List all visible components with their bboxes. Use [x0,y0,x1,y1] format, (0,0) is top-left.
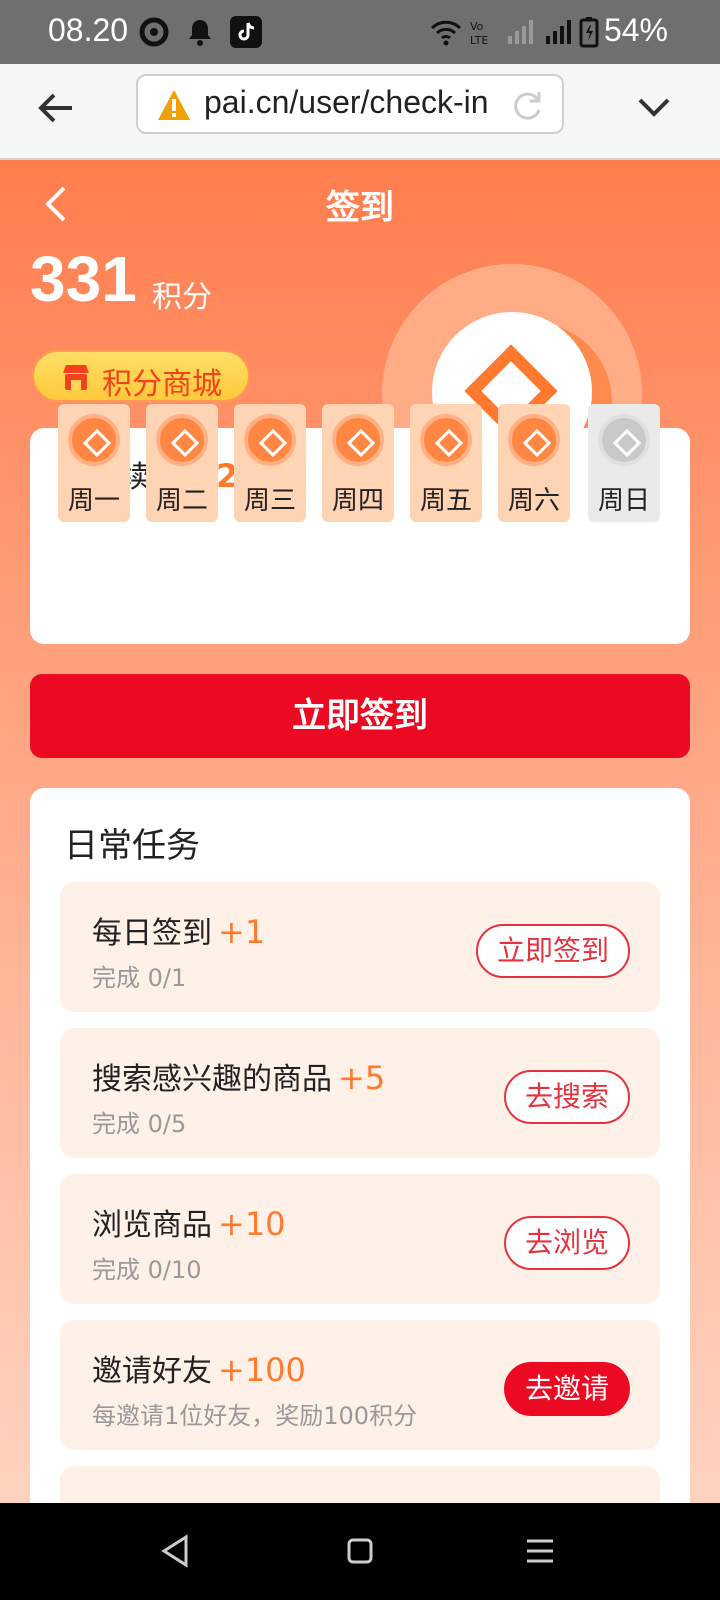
warning-triangle-icon[interactable] [156,88,192,122]
task-row: 搜索感兴趣的商品 +5 完成 0/5 去搜索 [60,1028,660,1158]
day-tile-sun: 周日 [588,404,660,522]
coin-icon [598,414,650,466]
coin-icon [420,414,472,466]
task-name: 每日签到 +1 [92,913,266,951]
day-tile-wed: 周三 [234,404,306,522]
page-title: 签到 [326,188,394,228]
task-row: 浏览商品 +10 完成 0/10 去浏览 [60,1174,660,1304]
system-nav-bar [0,1503,720,1600]
task-reward: +5 [338,1059,386,1097]
task-row: 每日签到 +1 完成 0/1 立即签到 [60,882,660,1012]
task-checkin-button[interactable]: 立即签到 [476,924,630,978]
url-text[interactable]: pai.cn/user/check-in [204,84,514,121]
sync-icon [139,17,169,47]
coin-icon [244,414,296,466]
battery-percent: 54% [603,12,668,48]
svg-text:Vo: Vo [470,20,484,33]
status-time: 08.20 [48,12,129,48]
task-search-button[interactable]: 去搜索 [504,1070,630,1124]
nav-menu-icon[interactable] [522,1533,558,1569]
points-mall-button[interactable]: 积分商城 [32,350,250,402]
coin-icon [68,414,120,466]
day-label: 周一 [67,486,120,516]
signal-sim2-icon [546,20,571,44]
task-name: 搜索感兴趣的商品 +5 [92,1059,386,1097]
day-label: 周五 [419,486,472,516]
task-reward: +100 [218,1351,306,1389]
reload-icon[interactable] [510,88,544,122]
battery-icon [579,17,599,48]
day-label: 周日 [597,486,650,516]
task-progress: 完成 0/1 [92,964,187,992]
task-invite-button[interactable]: 去邀请 [504,1362,630,1416]
address-bar[interactable]: pai.cn/user/check-in [136,74,564,134]
day-tile-fri: 周五 [410,404,482,522]
day-label: 周四 [331,486,384,516]
status-bar: 08.20 Vo LTE 54% [0,0,720,64]
task-browse-button[interactable]: 去浏览 [504,1216,630,1270]
browser-back-arrow-icon[interactable] [34,86,78,130]
task-row: 邀请好友 +100 每邀请1位好友，奖励100积分 去邀请 [60,1320,660,1450]
nav-back-icon[interactable] [158,1533,194,1569]
signal-sim1-icon [508,20,533,44]
checkin-page: 签到 331 积分 积分商城 已连续签到21天 周一 周二 周三 周四 周五 周… [0,160,720,1503]
task-progress: 每邀请1位好友，奖励100积分 [92,1402,418,1430]
tasks-title: 日常任务 [64,826,200,866]
browser-toolbar: pai.cn/user/check-in [0,64,720,160]
volte-icon: VoLTE [470,20,488,47]
wifi-icon [430,20,462,46]
day-tile-sat: 周六 [498,404,570,522]
daily-tasks-card: 日常任务 每日签到 +1 完成 0/1 立即签到 搜索感兴趣的商品 +5 完成 0/… [30,788,690,1503]
coin-icon [156,414,208,466]
tiktok-app-icon [230,16,262,48]
day-tile-mon: 周一 [58,404,130,522]
day-tile-thu: 周四 [322,404,394,522]
day-label: 周二 [155,486,208,516]
task-reward: +10 [218,1205,286,1243]
coin-icon [508,414,560,466]
task-name: 邀请好友 +100 [92,1351,306,1389]
task-progress: 完成 0/10 [92,1256,202,1284]
notification-bell-icon [189,20,211,46]
task-progress: 完成 0/5 [92,1110,187,1138]
nav-home-icon[interactable] [342,1533,378,1569]
checkin-now-button[interactable]: 立即签到 [30,674,690,758]
task-name: 浏览商品 +10 [92,1205,286,1243]
points-unit: 积分 [152,280,212,315]
task-row [60,1466,660,1503]
day-tile-tue: 周二 [146,404,218,522]
points-value: 331 [30,243,137,315]
task-reward: +1 [218,913,266,951]
day-label: 周六 [507,486,560,516]
points-mall-label: 积分商城 [102,367,222,402]
store-icon [63,365,89,390]
coin-icon [332,414,384,466]
svg-text:LTE: LTE [470,34,488,47]
day-label: 周三 [243,486,296,516]
chevron-down-icon[interactable] [634,90,674,126]
